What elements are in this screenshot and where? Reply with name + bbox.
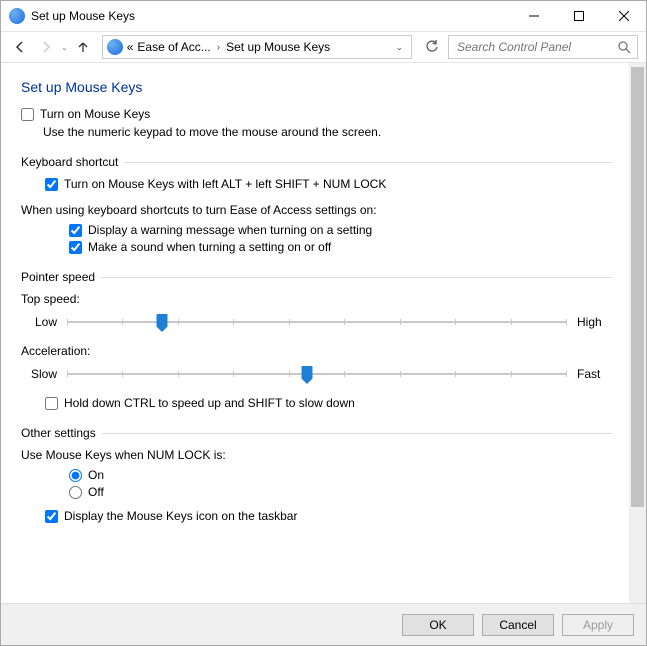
scrollbar-thumb[interactable] xyxy=(631,67,644,507)
ctrl-shift-checkbox[interactable]: Hold down CTRL to speed up and SHIFT to … xyxy=(45,396,613,410)
slider-fast-label: Fast xyxy=(577,367,613,381)
page-title: Set up Mouse Keys xyxy=(21,79,613,95)
radio-input[interactable] xyxy=(69,486,82,499)
refresh-button[interactable] xyxy=(420,35,444,59)
checkbox-input[interactable] xyxy=(45,510,58,523)
acceleration-label: Acceleration: xyxy=(21,344,613,358)
minimize-button[interactable] xyxy=(511,1,556,31)
up-button[interactable] xyxy=(72,36,94,58)
vertical-scrollbar[interactable] xyxy=(629,63,646,603)
titlebar: Set up Mouse Keys xyxy=(1,1,646,31)
checkbox-label: Make a sound when turning a setting on o… xyxy=(88,240,331,254)
radio-label: Off xyxy=(88,485,104,499)
checkbox-label: Display a warning message when turning o… xyxy=(88,223,372,237)
window-title: Set up Mouse Keys xyxy=(31,9,511,23)
slider-thumb[interactable] xyxy=(302,366,313,384)
breadcrumb-prefix: « xyxy=(127,40,134,54)
search-box[interactable] xyxy=(448,35,638,59)
radio-input[interactable] xyxy=(69,469,82,482)
divider xyxy=(102,433,613,434)
search-icon[interactable] xyxy=(617,40,631,54)
acceleration-slider[interactable] xyxy=(67,364,567,384)
group-title-pointer-speed: Pointer speed xyxy=(21,270,95,284)
checkbox-input[interactable] xyxy=(45,397,58,410)
turn-on-description: Use the numeric keypad to move the mouse… xyxy=(43,125,613,139)
shortcut-enable-checkbox[interactable]: Turn on Mouse Keys with left ALT + left … xyxy=(45,177,613,191)
checkbox-label: Display the Mouse Keys icon on the taskb… xyxy=(64,509,297,523)
checkbox-label: Hold down CTRL to speed up and SHIFT to … xyxy=(64,396,355,410)
group-title-other-settings: Other settings xyxy=(21,426,96,440)
address-dropdown[interactable]: ⌄ xyxy=(391,42,407,53)
numlock-label: Use Mouse Keys when NUM LOCK is: xyxy=(21,448,613,462)
nav-bar: ⌄ « Ease of Acc... › Set up Mouse Keys ⌄ xyxy=(1,31,646,63)
display-warning-checkbox[interactable]: Display a warning message when turning o… xyxy=(69,223,613,237)
breadcrumb-item[interactable]: Ease of Acc... xyxy=(137,40,210,54)
slider-thumb[interactable] xyxy=(157,314,168,332)
checkbox-input[interactable] xyxy=(69,224,82,237)
ok-button[interactable]: OK xyxy=(402,614,474,636)
top-speed-slider[interactable] xyxy=(67,312,567,332)
chevron-right-icon[interactable]: › xyxy=(215,42,222,53)
turn-on-mouse-keys-checkbox[interactable]: Turn on Mouse Keys xyxy=(21,107,613,121)
checkbox-input[interactable] xyxy=(45,178,58,191)
breadcrumb-item[interactable]: Set up Mouse Keys xyxy=(226,40,330,54)
control-panel-icon xyxy=(107,39,123,55)
divider xyxy=(101,277,613,278)
divider xyxy=(124,162,613,163)
group-title-keyboard-shortcut: Keyboard shortcut xyxy=(21,155,118,169)
apply-button[interactable]: Apply xyxy=(562,614,634,636)
search-input[interactable] xyxy=(455,39,617,55)
recent-locations-button[interactable]: ⌄ xyxy=(61,43,68,52)
back-button[interactable] xyxy=(9,36,31,58)
checkbox-label: Turn on Mouse Keys with left ALT + left … xyxy=(64,177,386,191)
taskbar-icon-checkbox[interactable]: Display the Mouse Keys icon on the taskb… xyxy=(45,509,613,523)
dialog-footer: OK Cancel Apply xyxy=(1,603,646,645)
checkbox-label: Turn on Mouse Keys xyxy=(40,107,150,121)
window: Set up Mouse Keys ⌄ « Ease of Acc. xyxy=(0,0,647,646)
numlock-on-radio[interactable]: On xyxy=(69,468,613,482)
cancel-button[interactable]: Cancel xyxy=(482,614,554,636)
close-button[interactable] xyxy=(601,1,646,31)
numlock-off-radio[interactable]: Off xyxy=(69,485,613,499)
shortcut-when-using-label: When using keyboard shortcuts to turn Ea… xyxy=(21,203,613,217)
slider-slow-label: Slow xyxy=(21,367,57,381)
forward-button[interactable] xyxy=(35,36,57,58)
make-sound-checkbox[interactable]: Make a sound when turning a setting on o… xyxy=(69,240,613,254)
app-icon xyxy=(9,8,25,24)
top-speed-label: Top speed: xyxy=(21,292,613,306)
radio-label: On xyxy=(88,468,104,482)
slider-low-label: Low xyxy=(21,315,57,329)
address-bar[interactable]: « Ease of Acc... › Set up Mouse Keys ⌄ xyxy=(102,35,412,59)
checkbox-input[interactable] xyxy=(21,108,34,121)
checkbox-input[interactable] xyxy=(69,241,82,254)
maximize-button[interactable] xyxy=(556,1,601,31)
slider-high-label: High xyxy=(577,315,613,329)
content-area: Set up Mouse Keys Turn on Mouse Keys Use… xyxy=(1,63,629,603)
